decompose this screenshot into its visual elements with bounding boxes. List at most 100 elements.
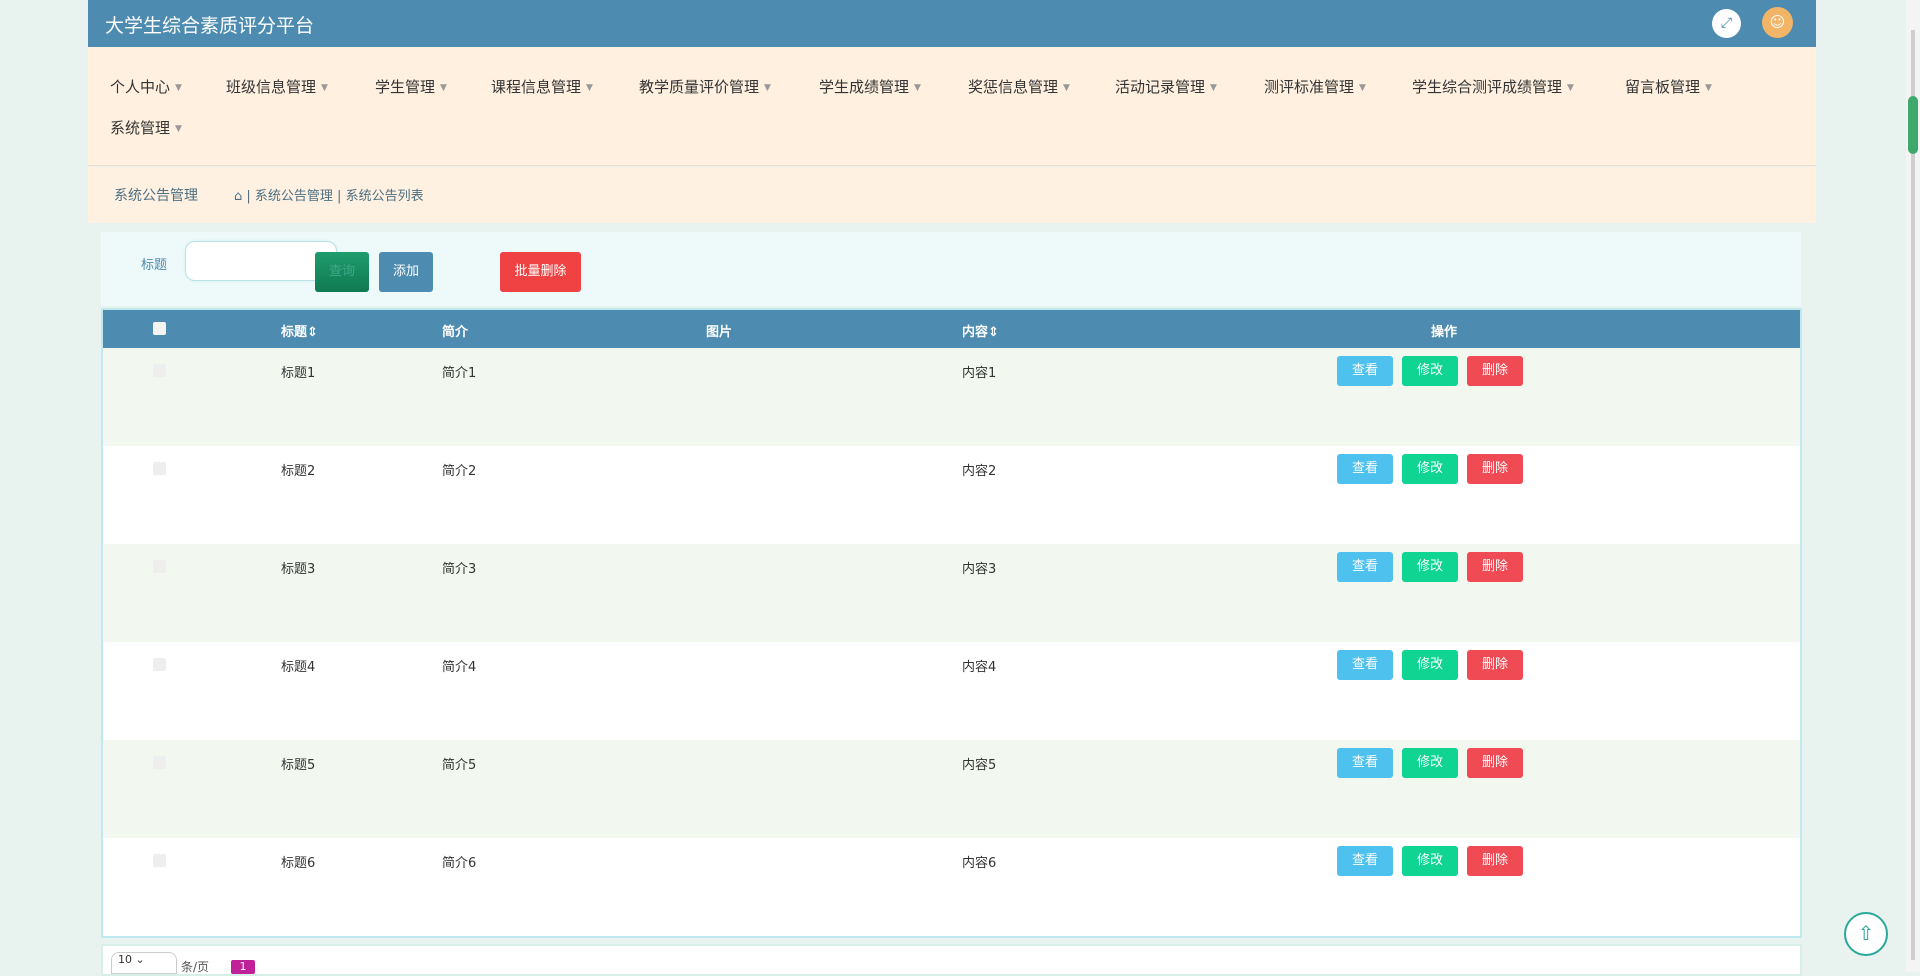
cell-intro: 简介3 [442,562,477,577]
cell-intro: 简介1 [442,366,477,381]
search-button[interactable]: 查询 [315,252,369,292]
nav-class-info[interactable]: 班级信息管理 ▼ [226,76,328,97]
fullscreen-icon[interactable]: ⤢ [1712,9,1741,38]
nav-grades[interactable]: 学生成绩管理 ▼ [819,76,921,97]
chevron-down-icon: ▼ [1705,82,1712,93]
row-checkbox[interactable] [153,658,166,675]
breadcrumb: ⌂ | 系统公告管理 | 系统公告列表 [234,185,424,204]
nav-course-info[interactable]: 课程信息管理 ▼ [491,76,593,97]
chevron-down-icon: ▼ [175,82,182,93]
batch-delete-button[interactable]: 批量删除 [500,252,581,292]
row-checkbox[interactable] [153,560,166,577]
top-header: 大学生综合素质评分平台 ⤢ ☺ [88,0,1816,47]
table-header: 标题⇕ 简介 图片 内容⇕ 操作 [103,310,1800,348]
view-button[interactable]: 查看 [1337,650,1393,680]
search-bar: 标题 查询 添加 批量删除 [101,232,1801,306]
row-checkbox[interactable] [153,364,166,381]
page: 大学生综合素质评分平台 ⤢ ☺ 个人中心 ▼ 班级信息管理 ▼ 学生管理 ▼ 课程信息… [88,0,1816,976]
chevron-down-icon: ▼ [764,82,771,93]
edit-button[interactable]: 修改 [1402,650,1458,680]
add-button[interactable]: 添加 [379,252,433,292]
cell-content: 内容6 [962,856,997,871]
announcement-table: 标题⇕ 简介 图片 内容⇕ 操作 标题1 简介1 内容1 查看 修改 删除 标题… [101,308,1802,938]
row-checkbox[interactable] [153,462,166,479]
chevron-down-icon: ▼ [914,82,921,93]
table-row: 标题2 简介2 内容2 查看 修改 删除 [103,446,1800,544]
chevron-down-icon: ▼ [1210,82,1217,93]
view-button[interactable]: 查看 [1337,356,1393,386]
cell-title: 标题2 [281,464,316,479]
cell-title: 标题6 [281,856,316,871]
nav-standards[interactable]: 测评标准管理 ▼ [1264,76,1366,97]
nav-system[interactable]: 系统管理 ▼ [110,117,182,138]
header-content[interactable]: 内容⇕ [962,321,999,340]
table-row: 标题1 简介1 内容1 查看 修改 删除 [103,348,1800,446]
table-row: 标题3 简介3 内容3 查看 修改 删除 [103,544,1800,642]
breadcrumb-path[interactable]: | 系统公告管理 | 系统公告列表 [246,189,423,204]
pagination: 10 ⌄ 条/页 1 [101,944,1802,976]
cell-title: 标题3 [281,562,316,577]
nav-personal-center[interactable]: 个人中心 ▼ [110,76,182,97]
cell-title: 标题4 [281,660,316,675]
nav-teaching-eval[interactable]: 教学质量评价管理 ▼ [639,76,771,97]
page-size-select[interactable]: 10 ⌄ [111,952,177,974]
delete-button[interactable]: 删除 [1467,846,1523,876]
user-avatar-icon[interactable]: ☺ [1762,7,1793,38]
edit-button[interactable]: 修改 [1402,356,1458,386]
nav-rewards[interactable]: 奖惩信息管理 ▼ [968,76,1070,97]
delete-button[interactable]: 删除 [1467,356,1523,386]
delete-button[interactable]: 删除 [1467,748,1523,778]
table-row: 标题5 简介5 内容5 查看 修改 删除 [103,740,1800,838]
delete-button[interactable]: 删除 [1467,552,1523,582]
chevron-down-icon: ▼ [440,82,447,93]
scroll-thumb[interactable] [1908,96,1918,154]
edit-button[interactable]: 修改 [1402,454,1458,484]
cell-intro: 简介4 [442,660,477,675]
cell-title: 标题5 [281,758,316,773]
table-row: 标题6 简介6 内容6 查看 修改 删除 [103,838,1800,936]
nav-student-mgmt[interactable]: 学生管理 ▼ [375,76,447,97]
chevron-down-icon: ▼ [175,123,182,134]
header-image: 图片 [706,325,733,340]
view-button[interactable]: 查看 [1337,846,1393,876]
select-all-checkbox[interactable] [153,322,166,339]
view-button[interactable]: 查看 [1337,748,1393,778]
cell-intro: 简介2 [442,464,477,479]
title-label: 标题 [141,258,168,273]
breadcrumb-bar: 系统公告管理 ⌂ | 系统公告管理 | 系统公告列表 [88,167,1816,223]
chevron-down-icon: ▼ [1567,82,1574,93]
section-title: 系统公告管理 [114,188,198,204]
arrow-up-icon[interactable]: ⇧ [1844,912,1888,956]
nav-message-board[interactable]: 留言板管理 ▼ [1625,76,1712,97]
delete-button[interactable]: 删除 [1467,454,1523,484]
cell-intro: 简介6 [442,856,477,871]
cell-content: 内容2 [962,464,997,479]
home-icon[interactable]: ⌂ [234,189,242,204]
header-actions: 操作 [1431,325,1458,340]
cell-content: 内容1 [962,366,997,381]
cell-title: 标题1 [281,366,316,381]
page-scrollbar[interactable] [1906,0,1920,972]
header-title[interactable]: 标题⇕ [281,321,318,340]
cell-content: 内容5 [962,758,997,773]
edit-button[interactable]: 修改 [1402,552,1458,582]
chevron-down-icon: ▼ [1359,82,1366,93]
cell-content: 内容4 [962,660,997,675]
row-checkbox[interactable] [153,854,166,871]
table-row: 标题4 简介4 内容4 查看 修改 删除 [103,642,1800,740]
main-nav: 个人中心 ▼ 班级信息管理 ▼ 学生管理 ▼ 课程信息管理 ▼ 教学质量评价管理 ▼ 学生… [88,47,1816,166]
nav-activity[interactable]: 活动记录管理 ▼ [1115,76,1217,97]
chevron-down-icon: ▼ [1063,82,1070,93]
header-intro: 简介 [442,325,469,340]
nav-comprehensive[interactable]: 学生综合测评成绩管理 ▼ [1412,76,1574,97]
chevron-down-icon: ▼ [586,82,593,93]
cell-content: 内容3 [962,562,997,577]
delete-button[interactable]: 删除 [1467,650,1523,680]
edit-button[interactable]: 修改 [1402,846,1458,876]
edit-button[interactable]: 修改 [1402,748,1458,778]
row-checkbox[interactable] [153,756,166,773]
view-button[interactable]: 查看 [1337,454,1393,484]
view-button[interactable]: 查看 [1337,552,1393,582]
chevron-down-icon: ▼ [321,82,328,93]
scroll-track [1911,30,1915,960]
